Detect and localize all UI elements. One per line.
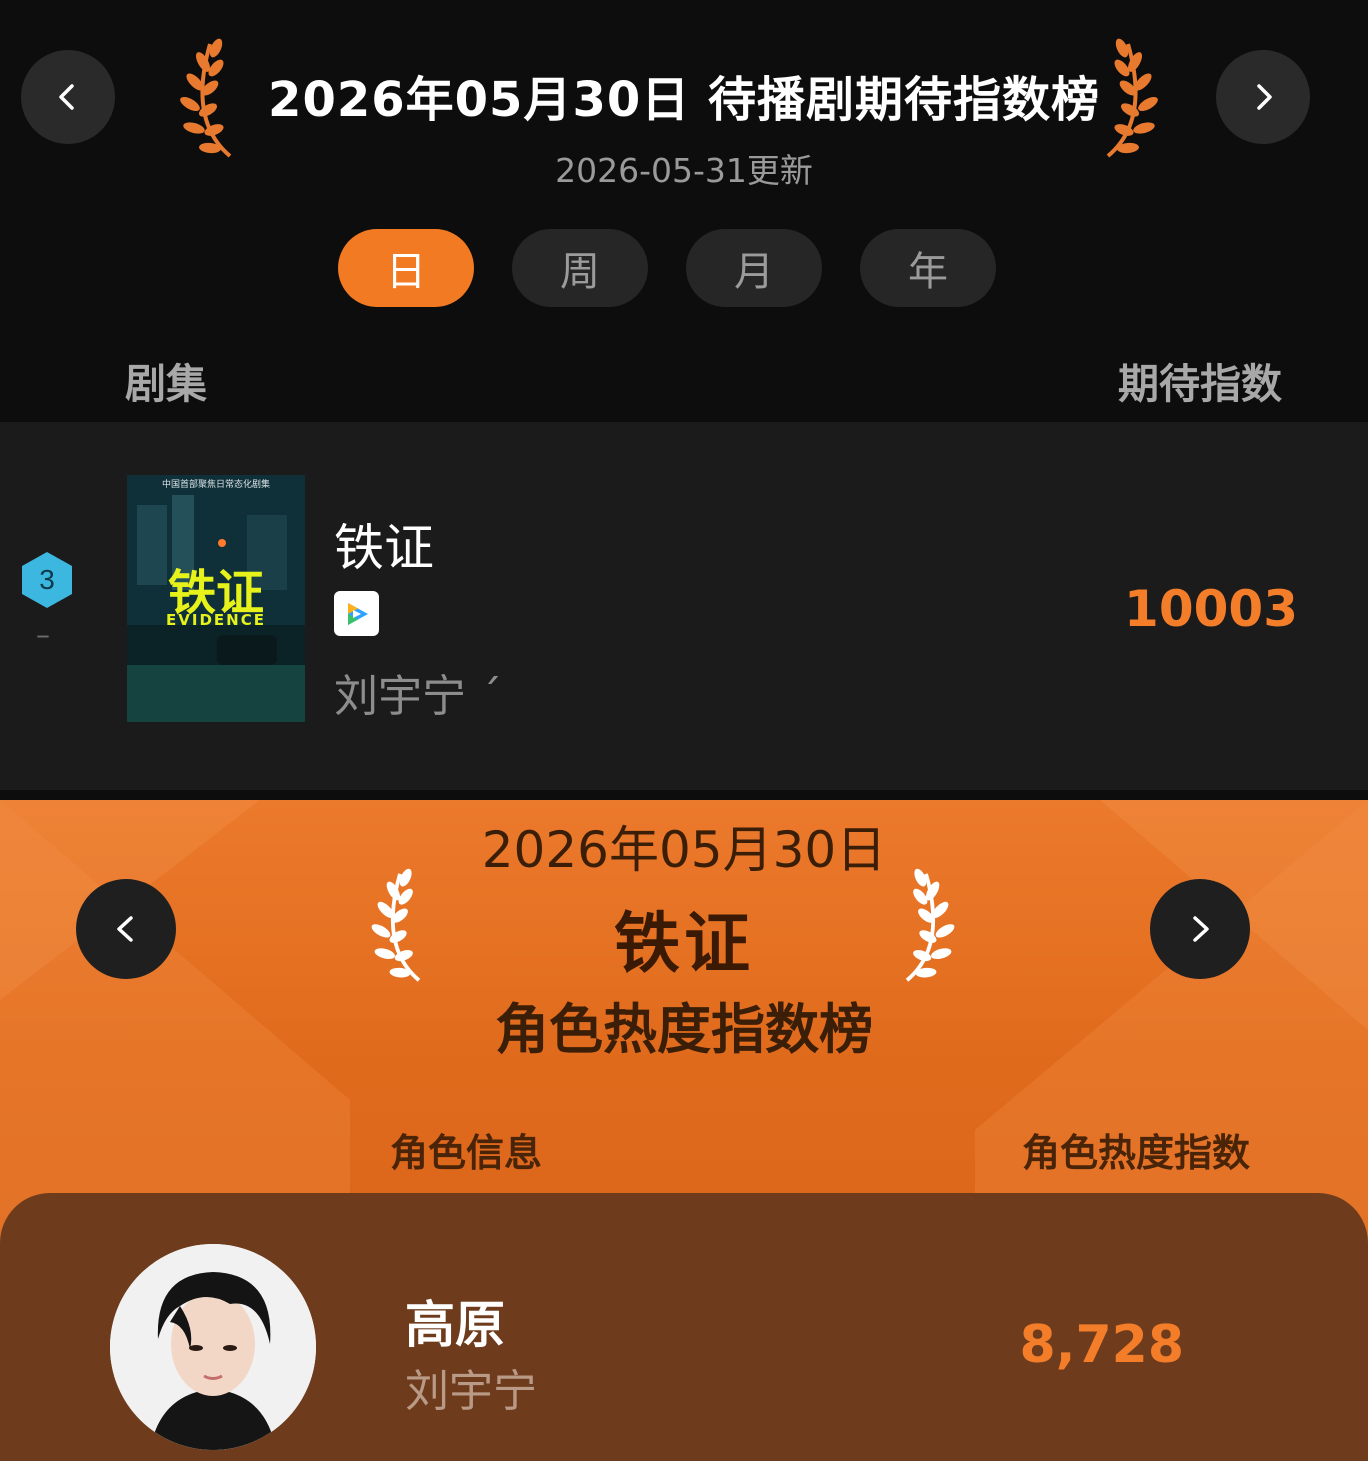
laurel-left-white-icon [371, 868, 421, 982]
role-board-title: 角色热度指数榜 [495, 998, 873, 1061]
tencent-video-icon [334, 591, 379, 636]
column-header-role-heat: 角色热度指数 [1022, 1131, 1251, 1175]
poster-subtitle: EVIDENCE [166, 611, 266, 629]
role-name[interactable]: 高原 [405, 1285, 505, 1357]
rank-badge: 3 [22, 552, 72, 608]
laurel-right-white-icon [905, 868, 955, 982]
tab-month[interactable]: 月 [686, 229, 822, 307]
rank-change: – [36, 618, 50, 651]
chevron-right-icon [1193, 916, 1209, 942]
play-logo [347, 602, 368, 625]
avatar[interactable] [110, 1244, 316, 1450]
column-header-role-info: 角色信息 [390, 1131, 543, 1175]
board-title: 2026年05月30日 待播剧期待指数榜 [268, 72, 1100, 128]
drama-actors: 刘宇宁 ˊ [334, 671, 502, 722]
column-header-drama: 剧集 [125, 360, 207, 408]
avatar-portrait [110, 1244, 316, 1450]
role-heat-score: 8,728 [1019, 1315, 1184, 1375]
chevron-left-icon [117, 916, 133, 942]
expectation-score: 10003 [1124, 580, 1298, 638]
next-drama-button[interactable] [1150, 879, 1250, 979]
tab-week[interactable]: 周 [512, 229, 648, 307]
poster-top-text: 中国首部聚焦日常态化剧集 [162, 478, 270, 490]
role-actor: 刘宇宁 [405, 1366, 537, 1417]
tab-year[interactable]: 年 [860, 229, 996, 307]
update-time: 2026-05-31更新 [555, 151, 813, 190]
column-header-expectation: 期待指数 [1118, 360, 1282, 408]
drama-poster[interactable]: 中国首部聚焦日常态化剧集 铁证 EVIDENCE [127, 475, 305, 722]
prev-drama-button[interactable] [76, 879, 176, 979]
rank-number: 3 [39, 564, 55, 595]
tab-day[interactable]: 日 [338, 229, 474, 307]
poster-art: 中国首部聚焦日常态化剧集 铁证 EVIDENCE [127, 475, 305, 722]
drama-title[interactable]: 铁证 [334, 508, 434, 580]
role-board-date: 2026年05月30日 [481, 821, 887, 879]
